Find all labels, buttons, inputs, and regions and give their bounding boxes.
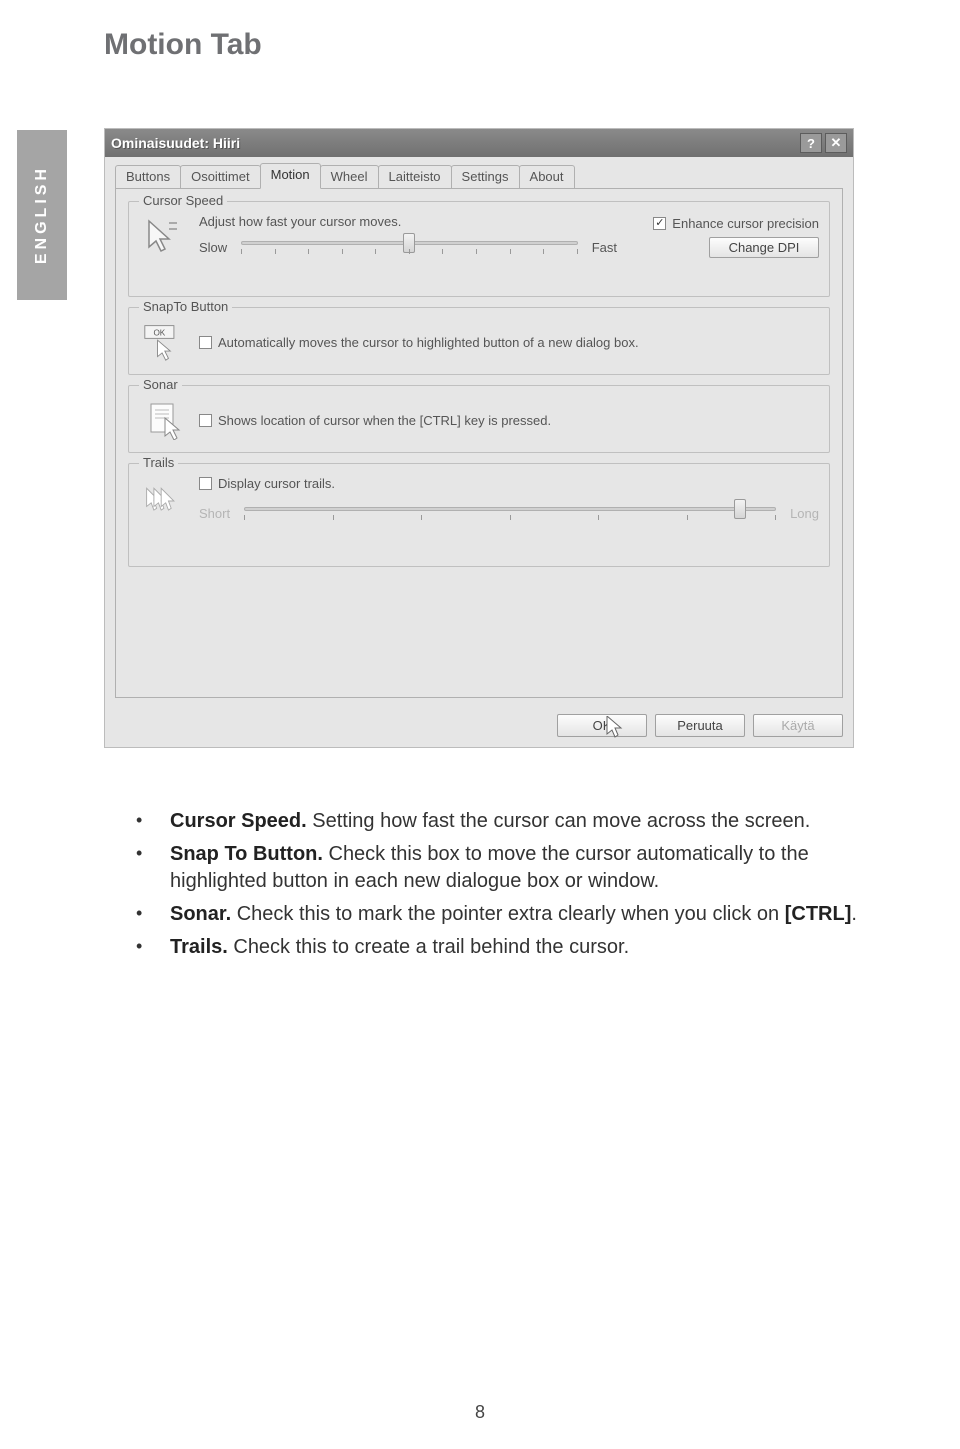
- enhance-precision-label: Enhance cursor precision: [672, 216, 819, 231]
- trails-slider[interactable]: [244, 501, 776, 525]
- enhance-precision-checkbox[interactable]: Enhance cursor precision: [653, 216, 819, 231]
- cursor-speed-icon: [139, 215, 187, 259]
- checkbox-icon: [199, 336, 212, 349]
- cancel-button[interactable]: Peruuta: [655, 714, 745, 737]
- sonar-icon: [139, 398, 187, 442]
- snapto-checkbox[interactable]: Automatically moves the cursor to highli…: [199, 335, 819, 350]
- help-button[interactable]: ?: [800, 133, 822, 153]
- group-label-snapto: SnapTo Button: [139, 299, 232, 314]
- page-title: Motion Tab: [104, 28, 262, 62]
- bullet-cursor-speed: Cursor Speed. Setting how fast the curso…: [104, 808, 864, 835]
- group-label-sonar: Sonar: [139, 377, 182, 392]
- long-label: Long: [790, 506, 819, 521]
- group-sonar: Sonar Shows location of cursor when the …: [128, 385, 830, 453]
- tab-wheel[interactable]: Wheel: [320, 165, 379, 189]
- group-label-cursor-speed: Cursor Speed: [139, 193, 227, 208]
- tab-row: Buttons Osoittimet Motion Wheel Laitteis…: [115, 165, 843, 189]
- short-label: Short: [199, 506, 230, 521]
- language-side-tab: ENGLISH: [17, 130, 67, 300]
- checkbox-icon: [199, 414, 212, 427]
- snapto-label: Automatically moves the cursor to highli…: [218, 335, 639, 350]
- titlebar: Ominaisuudet: Hiiri ? ✕: [105, 129, 853, 157]
- sonar-label: Shows location of cursor when the [CTRL]…: [218, 413, 551, 428]
- checkbox-icon: [653, 217, 666, 230]
- trails-checkbox[interactable]: Display cursor trails.: [199, 476, 819, 491]
- dialog-footer: OK Peruuta Käytä: [557, 714, 843, 737]
- group-trails: Trails Di: [128, 463, 830, 567]
- bullet-sonar: Sonar. Check this to mark the pointer ex…: [104, 901, 864, 928]
- tab-settings[interactable]: Settings: [451, 165, 520, 189]
- tab-laitteisto[interactable]: Laitteisto: [378, 165, 452, 189]
- bullet-trails: Trails. Check this to create a trail beh…: [104, 934, 864, 961]
- fast-label: Fast: [592, 240, 617, 255]
- tab-panel: Cursor Speed Adjust how fast your cursor…: [115, 188, 843, 698]
- tab-about[interactable]: About: [519, 165, 575, 189]
- snapto-icon: OK: [139, 320, 187, 364]
- change-dpi-button[interactable]: Change DPI: [709, 237, 819, 258]
- window-title: Ominaisuudet: Hiiri: [111, 135, 240, 151]
- tab-buttons[interactable]: Buttons: [115, 165, 181, 189]
- group-snapto: SnapTo Button OK Automatically moves the…: [128, 307, 830, 375]
- language-label: ENGLISH: [33, 165, 51, 264]
- tab-motion[interactable]: Motion: [260, 163, 321, 189]
- page-number: 8: [0, 1402, 960, 1423]
- group-label-trails: Trails: [139, 455, 178, 470]
- svg-text:OK: OK: [153, 329, 165, 338]
- sonar-checkbox[interactable]: Shows location of cursor when the [CTRL]…: [199, 413, 819, 428]
- cursor-speed-slider[interactable]: [241, 235, 578, 259]
- group-cursor-speed: Cursor Speed Adjust how fast your cursor…: [128, 201, 830, 297]
- ok-button[interactable]: OK: [557, 714, 647, 737]
- bullet-snap-to: Snap To Button. Check this box to move t…: [104, 841, 864, 895]
- apply-button[interactable]: Käytä: [753, 714, 843, 737]
- dialog-window: Ominaisuudet: Hiiri ? ✕ Buttons Osoittim…: [104, 128, 854, 748]
- cursor-speed-desc: Adjust how fast your cursor moves.: [199, 214, 401, 229]
- cursor-overlay-icon: [605, 716, 623, 743]
- close-button[interactable]: ✕: [825, 133, 847, 153]
- slow-label: Slow: [199, 240, 227, 255]
- trails-icon: [139, 479, 187, 523]
- tab-osoittimet[interactable]: Osoittimet: [180, 165, 261, 189]
- trails-label: Display cursor trails.: [218, 476, 335, 491]
- checkbox-icon: [199, 477, 212, 490]
- doc-text: Cursor Speed. Setting how fast the curso…: [104, 808, 864, 967]
- dialog-body: Buttons Osoittimet Motion Wheel Laitteis…: [105, 157, 853, 747]
